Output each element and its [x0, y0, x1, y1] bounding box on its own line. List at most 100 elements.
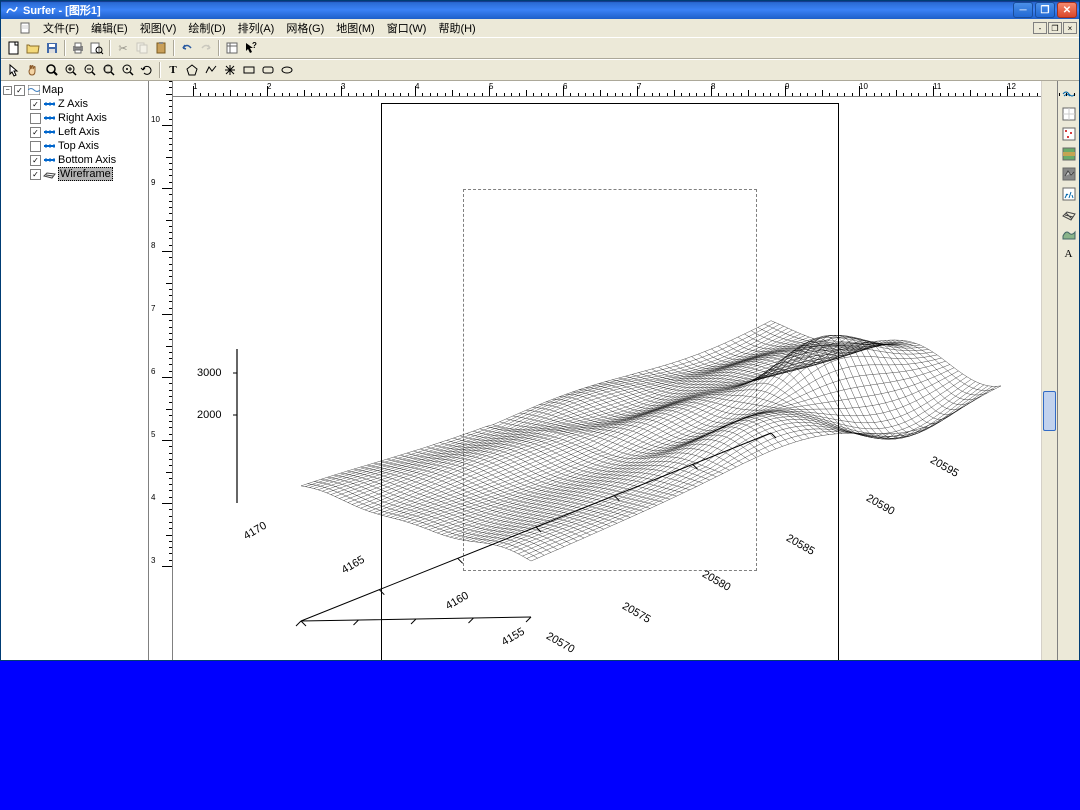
- save-button[interactable]: [43, 39, 61, 57]
- menu-map[interactable]: 地图(M): [330, 19, 381, 37]
- vertical-scrollbar[interactable]: [1041, 81, 1057, 660]
- base-map-button[interactable]: [1060, 105, 1078, 123]
- minimize-button[interactable]: ─: [1013, 2, 1033, 18]
- tree-item[interactable]: ✓ Left Axis: [3, 125, 146, 139]
- help-cursor-button[interactable]: ?: [242, 39, 260, 57]
- zoom-in-button[interactable]: [62, 61, 80, 79]
- z-tick-2000: 2000: [197, 409, 221, 421]
- pointer-tool[interactable]: [5, 61, 23, 79]
- menu-arrange[interactable]: 排列(A): [232, 19, 281, 37]
- hand-tool[interactable]: [24, 61, 42, 79]
- redo-button[interactable]: [197, 39, 215, 57]
- separator: [109, 40, 111, 56]
- separator: [218, 40, 220, 56]
- app-icon: [5, 3, 19, 17]
- menu-draw[interactable]: 绘制(D): [182, 19, 231, 37]
- zoom-tool[interactable]: [43, 61, 61, 79]
- maximize-button[interactable]: ❐: [1035, 2, 1055, 18]
- menubar: 文件(F) 编辑(E) 视图(V) 绘制(D) 排列(A) 网格(G) 地图(M…: [1, 19, 1079, 37]
- tree-label: Wireframe: [58, 167, 113, 181]
- toolbar-drawing: T: [1, 59, 1079, 81]
- canvas-area: 34567891011 123456789101112 3000 2000 41…: [149, 81, 1057, 660]
- checkbox-icon[interactable]: [30, 113, 41, 124]
- z-tick-3000: 3000: [197, 367, 221, 379]
- paste-button[interactable]: [152, 39, 170, 57]
- print-preview-button[interactable]: [88, 39, 106, 57]
- checkbox-icon[interactable]: ✓: [30, 169, 41, 180]
- image-map-button[interactable]: [1060, 145, 1078, 163]
- zoom-out-button[interactable]: [81, 61, 99, 79]
- tree-item[interactable]: ✓ Z Axis: [3, 97, 146, 111]
- window-controls: ─ ❐ ✕: [1013, 2, 1077, 18]
- rectangle-tool[interactable]: [240, 61, 258, 79]
- tree-item[interactable]: ✓ Bottom Axis: [3, 153, 146, 167]
- text-tool2[interactable]: A: [1060, 245, 1078, 263]
- surface-map-button[interactable]: [1060, 225, 1078, 243]
- print-button[interactable]: [69, 39, 87, 57]
- menu-view[interactable]: 视图(V): [134, 19, 183, 37]
- cut-button[interactable]: ✂: [114, 39, 132, 57]
- scrollbar-thumb[interactable]: [1043, 391, 1056, 431]
- expand-icon[interactable]: −: [3, 86, 12, 95]
- tree-label: Bottom Axis: [58, 154, 116, 166]
- checkbox-icon[interactable]: ✓: [30, 99, 41, 110]
- menu-help[interactable]: 帮助(H): [432, 19, 481, 37]
- checkbox-icon[interactable]: ✓: [30, 155, 41, 166]
- wireframe-map-button[interactable]: [1060, 205, 1078, 223]
- axis-icon: [43, 127, 56, 138]
- tree-label: Left Axis: [58, 126, 100, 138]
- shaded-relief-button[interactable]: [1060, 165, 1078, 183]
- ellipse-tool[interactable]: [278, 61, 296, 79]
- vector-map-button[interactable]: [1060, 185, 1078, 203]
- text-tool[interactable]: T: [164, 61, 182, 79]
- new-button[interactable]: [5, 39, 23, 57]
- zoom-redraw-button[interactable]: [138, 61, 156, 79]
- close-button[interactable]: ✕: [1057, 2, 1077, 18]
- menu-window[interactable]: 窗口(W): [381, 19, 433, 37]
- main-view: 123456789101112 3000 2000 4170 4165 4160…: [173, 81, 1041, 660]
- checkbox-icon[interactable]: ✓: [14, 85, 25, 96]
- tree-item[interactable]: Right Axis: [3, 111, 146, 125]
- mdi-close[interactable]: ×: [1063, 22, 1077, 34]
- menu-grid[interactable]: 网格(G): [280, 19, 330, 37]
- axis-icon: [43, 169, 56, 180]
- mdi-restore[interactable]: ❐: [1048, 22, 1062, 34]
- zoom-fit-button[interactable]: [100, 61, 118, 79]
- separator: [64, 40, 66, 56]
- contour-map-button[interactable]: [1060, 85, 1078, 103]
- app-window: Surfer - [图形1] ─ ❐ ✕ 文件(F) 编辑(E) 视图(V) 绘…: [0, 0, 1080, 661]
- tree-item[interactable]: ✓ Wireframe: [3, 167, 146, 181]
- axis-icon: [43, 155, 56, 166]
- rounded-rect-tool[interactable]: [259, 61, 277, 79]
- zoom-actual-button[interactable]: [119, 61, 137, 79]
- checkbox-icon[interactable]: ✓: [30, 127, 41, 138]
- undo-button[interactable]: [178, 39, 196, 57]
- map-toolbar: A: [1057, 81, 1079, 660]
- mdi-controls: - ❐ ×: [1033, 22, 1077, 34]
- window-title: Surfer - [图形1]: [23, 2, 1013, 18]
- copy-button[interactable]: [133, 39, 151, 57]
- axis-icon: [43, 99, 56, 110]
- horizontal-ruler[interactable]: 123456789101112: [173, 81, 1041, 97]
- tree-label: Z Axis: [58, 98, 88, 110]
- symbol-tool[interactable]: [221, 61, 239, 79]
- tree-label: Right Axis: [58, 112, 107, 124]
- vertical-ruler[interactable]: 34567891011: [149, 81, 173, 660]
- titlebar[interactable]: Surfer - [图形1] ─ ❐ ✕: [1, 1, 1079, 19]
- post-map-button[interactable]: [1060, 125, 1078, 143]
- menu-file[interactable]: 文件(F): [37, 19, 85, 37]
- checkbox-icon[interactable]: [30, 141, 41, 152]
- tree-item[interactable]: Top Axis: [3, 139, 146, 153]
- svg-text:?: ?: [252, 41, 257, 50]
- workarea: − ✓ Map ✓ Z Axis Right Axis ✓ Left AxisTop A…: [1, 81, 1079, 660]
- tree-root[interactable]: − ✓ Map: [3, 83, 146, 97]
- axis-icon: [43, 141, 56, 152]
- open-button[interactable]: [24, 39, 42, 57]
- drawing-canvas[interactable]: 3000 2000 4170 4165 4160 4155 20570 2057…: [173, 97, 1041, 660]
- polyline-tool[interactable]: [202, 61, 220, 79]
- map-icon: [27, 85, 40, 96]
- menu-edit[interactable]: 编辑(E): [85, 19, 134, 37]
- mdi-minimize[interactable]: -: [1033, 22, 1047, 34]
- polygon-tool[interactable]: [183, 61, 201, 79]
- object-manager-button[interactable]: [223, 39, 241, 57]
